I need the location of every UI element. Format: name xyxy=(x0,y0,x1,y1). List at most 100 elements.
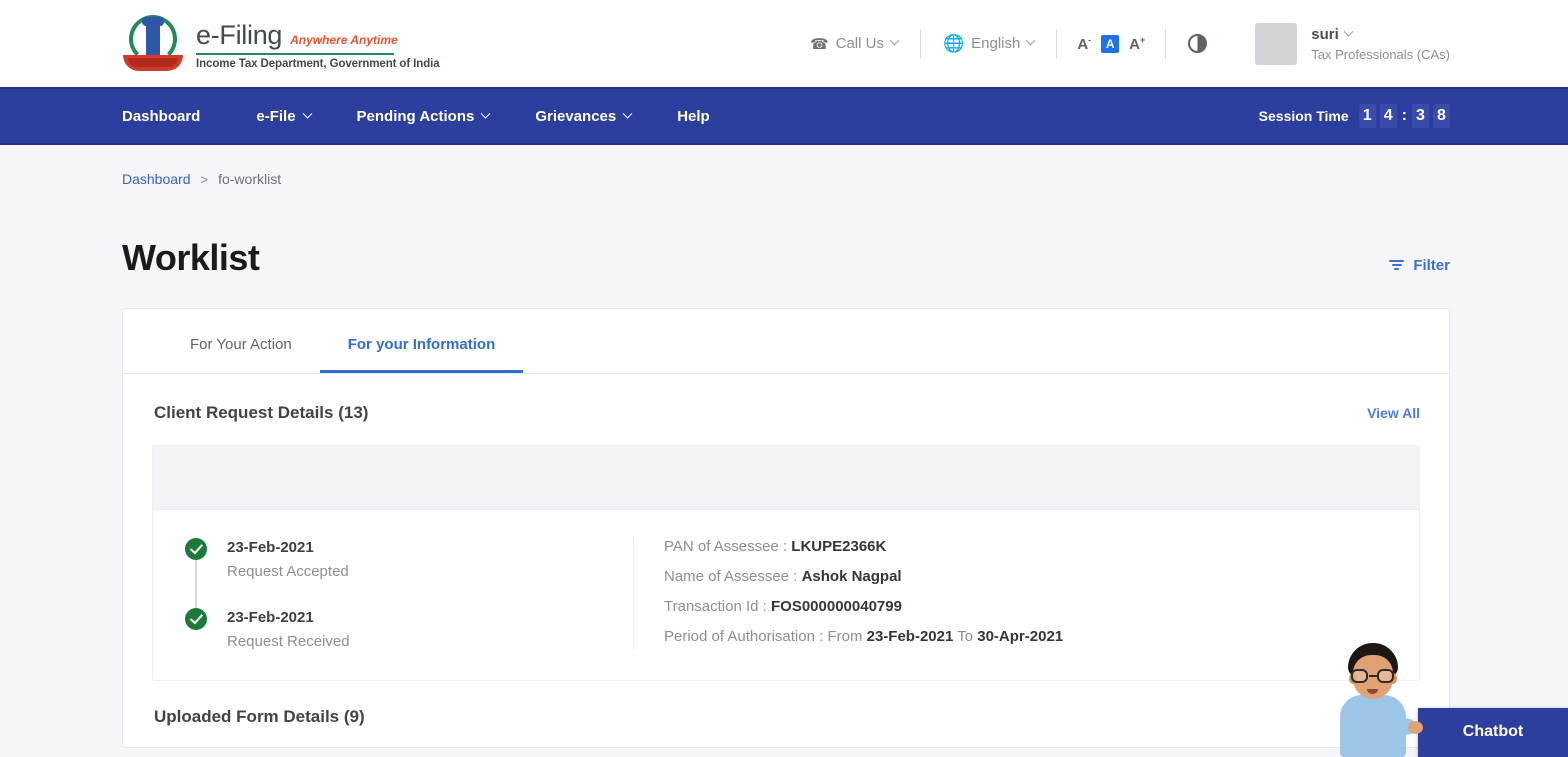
chevron-down-icon xyxy=(1343,26,1354,37)
detail-row-period: Period of Authorisation : From 23-Feb-20… xyxy=(664,628,1419,645)
language-label: English xyxy=(971,35,1021,52)
chatbot-assistant-avatar xyxy=(1322,639,1424,757)
breadcrumb-current: fo-worklist xyxy=(218,171,282,187)
contrast-toggle-button[interactable] xyxy=(1166,34,1229,53)
session-time-label: Session Time xyxy=(1258,108,1349,124)
worklist-card: For Your Action For your Information Cli… xyxy=(122,308,1450,748)
transaction-id-label: Transaction Id : xyxy=(664,598,767,615)
period-label: Period of Authorisation : xyxy=(664,628,824,645)
filter-button[interactable]: Filter xyxy=(1389,243,1450,274)
timeline-item: 23-Feb-2021 Request Accepted xyxy=(185,538,633,614)
chevron-down-icon xyxy=(622,108,633,119)
check-circle-icon xyxy=(185,538,207,560)
brand-logo[interactable]: e-Filing Anywhere Anytime Income Tax Dep… xyxy=(122,13,440,75)
timeline-status: Request Accepted xyxy=(227,563,349,580)
brand-subtitle: Income Tax Department, Government of Ind… xyxy=(196,57,440,70)
view-all-link[interactable]: View All xyxy=(1367,405,1420,421)
contrast-toggle-icon xyxy=(1188,34,1208,53)
nav-label: Dashboard xyxy=(122,107,201,125)
profile-role: Tax Professionals (CAs) xyxy=(1311,46,1450,62)
tab-for-your-information[interactable]: For your Information xyxy=(319,309,524,373)
nav-item-pending-actions[interactable]: Pending Actions xyxy=(357,108,536,125)
font-size-controls: A- A A+ xyxy=(1057,34,1165,53)
session-digit: 8 xyxy=(1433,104,1450,128)
name-label: Name of Assessee : xyxy=(664,568,798,585)
session-separator: : xyxy=(1401,107,1407,124)
client-request-panel: 23-Feb-2021 Request Accepted 23-Feb-2021… xyxy=(152,445,1420,681)
period-from-label: From xyxy=(827,628,863,645)
header-utilities: ☎ Call Us 🌐 English A- A A+ suri Tax Pro… xyxy=(788,22,1450,65)
brand-title: e-Filing xyxy=(196,19,283,50)
session-timer: Session Time 1 4 : 3 8 xyxy=(1259,104,1450,128)
brand-tagline: Anywhere Anytime xyxy=(290,32,398,47)
brand-text: e-Filing Anywhere Anytime Income Tax Dep… xyxy=(196,18,440,70)
nav-item-efile[interactable]: e-File xyxy=(256,108,356,125)
timeline-item: 23-Feb-2021 Request Received xyxy=(185,608,633,650)
timeline-connector xyxy=(195,560,197,614)
period-to-value: 30-Apr-2021 xyxy=(977,628,1064,645)
globe-icon: 🌐 xyxy=(942,33,965,53)
check-circle-icon xyxy=(185,608,207,630)
timeline-marker xyxy=(185,538,207,614)
timeline-date: 23-Feb-2021 xyxy=(227,539,314,556)
pan-value: LKUPE2366K xyxy=(791,538,887,555)
filter-icon xyxy=(1389,259,1405,271)
nav-item-grievances[interactable]: Grievances xyxy=(535,108,677,125)
breadcrumb-dashboard-link[interactable]: Dashboard xyxy=(122,171,191,187)
chatbot-widget[interactable]: Chatbot xyxy=(1322,639,1568,757)
chevron-down-icon xyxy=(889,35,900,46)
panel-body: 23-Feb-2021 Request Accepted 23-Feb-2021… xyxy=(153,510,1419,680)
top-header: e-Filing Anywhere Anytime Income Tax Dep… xyxy=(0,0,1568,87)
app-screen: e-Filing Anywhere Anytime Income Tax Dep… xyxy=(0,0,1568,757)
india-national-emblem-icon xyxy=(122,13,184,75)
client-request-header: Client Request Details (13) View All xyxy=(152,374,1420,423)
font-size-increase-button[interactable]: A+ xyxy=(1129,35,1145,53)
timeline-status: Request Received xyxy=(227,633,350,650)
page-title-row: Worklist Filter xyxy=(122,187,1450,279)
page-title: Worklist xyxy=(122,237,260,278)
nav-item-help[interactable]: Help xyxy=(677,108,756,125)
timeline-marker xyxy=(185,608,207,650)
timeline-date: 23-Feb-2021 xyxy=(227,609,314,626)
nav-label: e-File xyxy=(256,107,296,125)
detail-row-pan: PAN of Assessee : LKUPE2366K xyxy=(664,538,1419,568)
font-size-normal-button[interactable]: A xyxy=(1101,34,1120,53)
breadcrumb-separator-icon: > xyxy=(200,171,209,187)
chevron-down-icon xyxy=(302,108,312,119)
filter-label: Filter xyxy=(1413,256,1450,274)
session-digit: 3 xyxy=(1412,104,1429,128)
nav-item-dashboard[interactable]: Dashboard xyxy=(122,108,256,125)
name-value: Ashok Nagpal xyxy=(801,568,902,585)
main-navigation: Dashboard e-File Pending Actions Grievan… xyxy=(0,87,1568,145)
profile-menu[interactable]: suri Tax Professionals (CAs) xyxy=(1229,22,1450,65)
detail-row-name: Name of Assessee : Ashok Nagpal xyxy=(664,568,1419,598)
call-us-label: Call Us xyxy=(835,35,884,52)
chatbot-button[interactable]: Chatbot xyxy=(1418,708,1568,757)
chevron-down-icon xyxy=(480,108,491,119)
language-menu[interactable]: 🌐 English xyxy=(921,34,1056,54)
breadcrumb: Dashboard > fo-worklist xyxy=(122,145,1450,187)
tab-for-your-action[interactable]: For Your Action xyxy=(162,309,320,373)
worklist-tabs: For Your Action For your Information xyxy=(123,309,1449,374)
profile-name-row: suri xyxy=(1311,26,1450,43)
session-digit: 1 xyxy=(1358,104,1376,128)
nav-label: Pending Actions xyxy=(356,107,475,125)
assessee-details: PAN of Assessee : LKUPE2366K Name of Ass… xyxy=(633,538,1419,650)
chevron-down-icon xyxy=(1025,35,1036,46)
nav-label: Help xyxy=(677,107,710,125)
detail-row-transaction-id: Transaction Id : FOS000000040799 xyxy=(664,598,1419,628)
pan-label: PAN of Assessee : xyxy=(664,538,788,555)
panel-header-band xyxy=(153,446,1419,510)
period-to-label: To xyxy=(957,628,974,645)
font-size-decrease-button[interactable]: A- xyxy=(1077,35,1091,53)
avatar xyxy=(1255,22,1298,65)
client-request-title: Client Request Details (13) xyxy=(154,403,369,422)
nav-items: Dashboard e-File Pending Actions Grievan… xyxy=(122,108,756,125)
profile-name: suri xyxy=(1311,25,1339,43)
nav-label: Grievances xyxy=(535,107,617,125)
session-digit: 4 xyxy=(1379,104,1397,128)
request-timeline: 23-Feb-2021 Request Accepted 23-Feb-2021… xyxy=(153,538,633,650)
session-time-value: 1 4 : 3 8 xyxy=(1358,104,1450,128)
transaction-id-value: FOS000000040799 xyxy=(771,598,902,615)
call-us-menu[interactable]: ☎ Call Us xyxy=(788,35,920,53)
